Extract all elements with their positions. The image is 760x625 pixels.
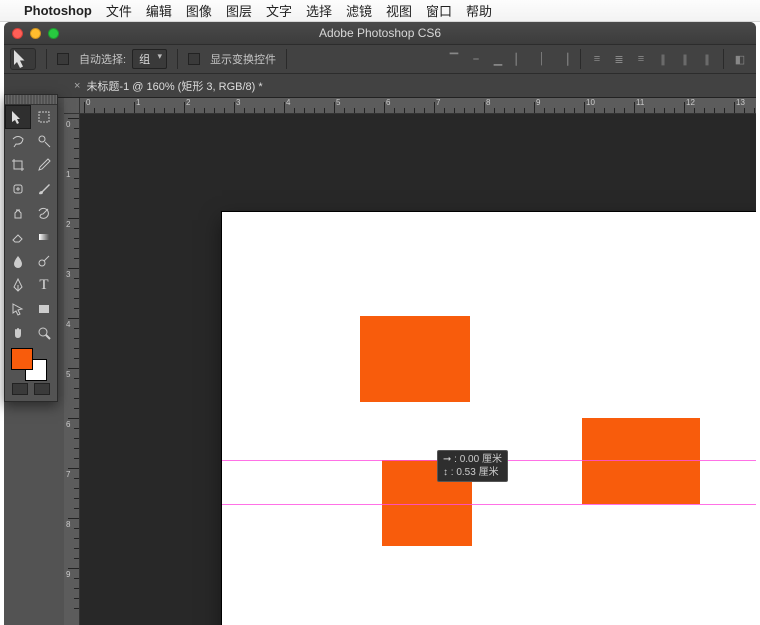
menu-type[interactable]: 文字 (266, 1, 292, 20)
measure-line-1: ➞ : 0.00 厘米 (443, 453, 502, 466)
screen-mode-row (5, 379, 57, 401)
eyedropper-tool[interactable] (31, 153, 57, 177)
auto-select-checkbox[interactable] (57, 53, 69, 65)
divider (177, 49, 178, 69)
alignment-buttons: ▔ ⎯ ▁ ▏ │ ▕ ≡ ≣ ≡ ∥ ∥ ∥ ◧ (444, 49, 750, 69)
shape-3[interactable] (582, 418, 700, 504)
align-vcenter-icon[interactable]: ⎯ (466, 49, 486, 69)
app-window: Adobe Photoshop CS6 自动选择: 组 显示变换控件 ▔ ⎯ ▁… (4, 22, 756, 625)
smart-guide (222, 504, 756, 505)
minimize-window-button[interactable] (30, 28, 41, 39)
lasso-tool[interactable] (5, 129, 31, 153)
distribute-left-icon[interactable]: ∥ (653, 49, 673, 69)
history-brush-tool[interactable] (31, 201, 57, 225)
distribute-hcenter-icon[interactable]: ∥ (675, 49, 695, 69)
shape-1[interactable] (360, 316, 470, 402)
auto-select-dropdown[interactable]: 组 (132, 49, 167, 69)
quickmask-toggle[interactable] (12, 383, 28, 395)
hand-tool[interactable] (5, 321, 31, 345)
palette-grip[interactable] (5, 95, 57, 105)
distribute-vcenter-icon[interactable]: ≣ (609, 49, 629, 69)
distribute-right-icon[interactable]: ∥ (697, 49, 717, 69)
ruler-corner[interactable] (64, 98, 80, 114)
document-tab-label: 未标题-1 @ 160% (矩形 3, RGB/8) * (86, 78, 262, 94)
dodge-tool[interactable] (31, 249, 57, 273)
measure-line-2: ↕ : 0.53 厘米 (443, 466, 502, 479)
color-swatch (5, 345, 57, 379)
traffic-lights (12, 28, 59, 39)
align-hcenter-icon[interactable]: │ (532, 49, 552, 69)
gradient-tool[interactable] (31, 225, 57, 249)
crop-tool[interactable] (5, 153, 31, 177)
close-window-button[interactable] (12, 28, 23, 39)
move-tool[interactable] (5, 105, 31, 129)
options-bar: 自动选择: 组 显示变换控件 ▔ ⎯ ▁ ▏ │ ▕ ≡ ≣ ≡ ∥ ∥ ∥ ◧ (4, 44, 756, 74)
app-name[interactable]: Photoshop (24, 3, 92, 18)
rectangle-tool[interactable] (31, 297, 57, 321)
divider (46, 49, 47, 69)
clone-tool[interactable] (5, 201, 31, 225)
brush-tool[interactable] (31, 177, 57, 201)
align-right-icon[interactable]: ▕ (554, 49, 574, 69)
foreground-color-swatch[interactable] (11, 348, 33, 370)
tools-palette[interactable]: T (4, 94, 58, 402)
path-select-tool[interactable] (5, 297, 31, 321)
tools-grid: T (5, 105, 57, 345)
zoom-tool[interactable] (31, 321, 57, 345)
document-tab[interactable]: × 未标题-1 @ 160% (矩形 3, RGB/8) * (74, 78, 263, 94)
menu-image[interactable]: 图像 (186, 1, 212, 20)
align-top-icon[interactable]: ▔ (444, 49, 464, 69)
type-tool[interactable]: T (31, 273, 57, 297)
auto-select-label: 自动选择: (79, 51, 126, 67)
ruler-horizontal[interactable]: 012345678910111213 (80, 98, 756, 114)
work-area: 012345678910111213 0123456789 ➞ : 0.00 厘… (64, 98, 756, 625)
close-tab-icon[interactable]: × (74, 80, 80, 92)
menu-filter[interactable]: 滤镜 (346, 1, 372, 20)
divider (723, 49, 724, 69)
menu-file[interactable]: 文件 (106, 1, 132, 20)
show-transform-label: 显示变换控件 (210, 51, 276, 67)
distribute-bottom-icon[interactable]: ≡ (631, 49, 651, 69)
window-title: Adobe Photoshop CS6 (319, 26, 441, 40)
pen-tool[interactable] (5, 273, 31, 297)
ruler-vertical[interactable]: 0123456789 (64, 114, 80, 625)
distribute-top-icon[interactable]: ≡ (587, 49, 607, 69)
align-bottom-icon[interactable]: ▁ (488, 49, 508, 69)
divider (580, 49, 581, 69)
canvas-viewport[interactable]: ➞ : 0.00 厘米 ↕ : 0.53 厘米 (80, 114, 756, 625)
artboard-tool[interactable] (31, 105, 57, 129)
titlebar: Adobe Photoshop CS6 (4, 22, 756, 44)
divider (286, 49, 287, 69)
mac-menubar: Photoshop 文件 编辑 图像 图层 文字 选择 滤镜 视图 窗口 帮助 (0, 0, 760, 22)
menu-help[interactable]: 帮助 (466, 1, 492, 20)
document-tabs: × 未标题-1 @ 160% (矩形 3, RGB/8) * (4, 74, 756, 98)
screen-mode-toggle[interactable] (34, 383, 50, 395)
quick-select-tool[interactable] (31, 129, 57, 153)
canvas[interactable]: ➞ : 0.00 厘米 ↕ : 0.53 厘米 (222, 212, 756, 625)
align-left-icon[interactable]: ▏ (510, 49, 530, 69)
menu-select[interactable]: 选择 (306, 1, 332, 20)
menu-layer[interactable]: 图层 (226, 1, 252, 20)
spot-heal-tool[interactable] (5, 177, 31, 201)
current-tool-indicator[interactable] (10, 48, 36, 70)
menu-view[interactable]: 视图 (386, 1, 412, 20)
3d-mode-icon[interactable]: ◧ (730, 49, 750, 69)
show-transform-checkbox[interactable] (188, 53, 200, 65)
eraser-tool[interactable] (5, 225, 31, 249)
zoom-window-button[interactable] (48, 28, 59, 39)
blur-tool[interactable] (5, 249, 31, 273)
menu-edit[interactable]: 编辑 (146, 1, 172, 20)
menu-window[interactable]: 窗口 (426, 1, 452, 20)
measure-tooltip: ➞ : 0.00 厘米 ↕ : 0.53 厘米 (437, 450, 508, 482)
